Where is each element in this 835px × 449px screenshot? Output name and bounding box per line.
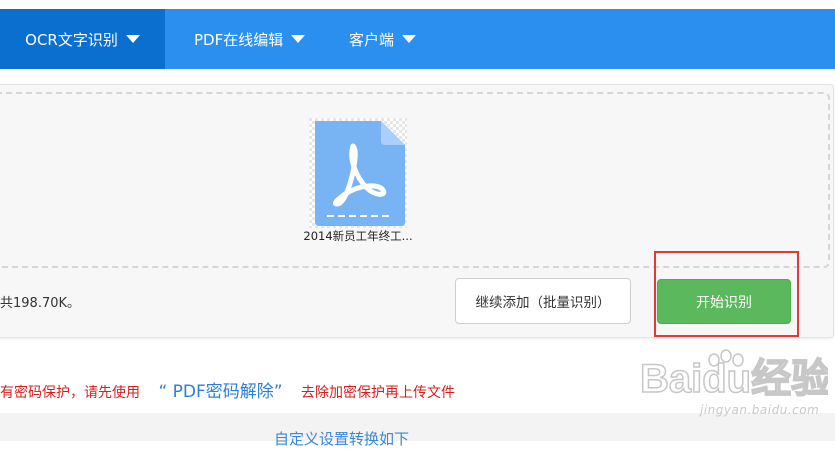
nav-item-pdf-edit-label: PDF在线编辑 (194, 30, 284, 49)
notice-prefix: 有密码保护，请先使用 (0, 385, 140, 401)
total-size-text: 共198.70K。 (0, 296, 81, 311)
nav-item-ocr-label: OCR文字识别 (25, 30, 118, 49)
chevron-down-icon (402, 35, 417, 43)
chevron-down-icon (125, 35, 140, 43)
pdf-file-icon (309, 118, 407, 228)
add-more-files-button[interactable]: 继续添加（批量识别） (455, 278, 631, 324)
paw-icon (708, 349, 744, 367)
nav-item-client-label: 客户端 (349, 30, 395, 49)
chevron-down-icon (291, 35, 306, 43)
top-nav-bar: OCR文字识别 PDF在线编辑 客户端 (0, 9, 835, 69)
password-notice: 有密码保护，请先使用 “ PDF密码解除” 去除加密保护再上传文件 (0, 377, 455, 402)
nav-item-ocr[interactable]: OCR文字识别 (0, 9, 165, 69)
file-dropzone[interactable] (0, 92, 830, 268)
nav-item-pdf-edit[interactable]: PDF在线编辑 (194, 9, 306, 69)
settings-section (0, 413, 835, 441)
notice-suffix: 去除加密保护再上传文件 (301, 385, 456, 401)
file-name: 2014新员工年终工... (303, 229, 413, 243)
uploaded-file[interactable]: 2014新员工年终工... (302, 114, 414, 246)
pdf-password-removal-link[interactable]: “ PDF密码解除” (158, 382, 282, 402)
custom-settings-heading[interactable]: 自定义设置转换如下 (274, 428, 409, 449)
watermark-url: jingyan.baidu.com (700, 403, 820, 417)
watermark-brand: Baidu经验 (640, 357, 828, 401)
start-recognition-button[interactable]: 开始识别 (657, 279, 791, 324)
nav-item-client[interactable]: 客户端 (349, 9, 417, 69)
